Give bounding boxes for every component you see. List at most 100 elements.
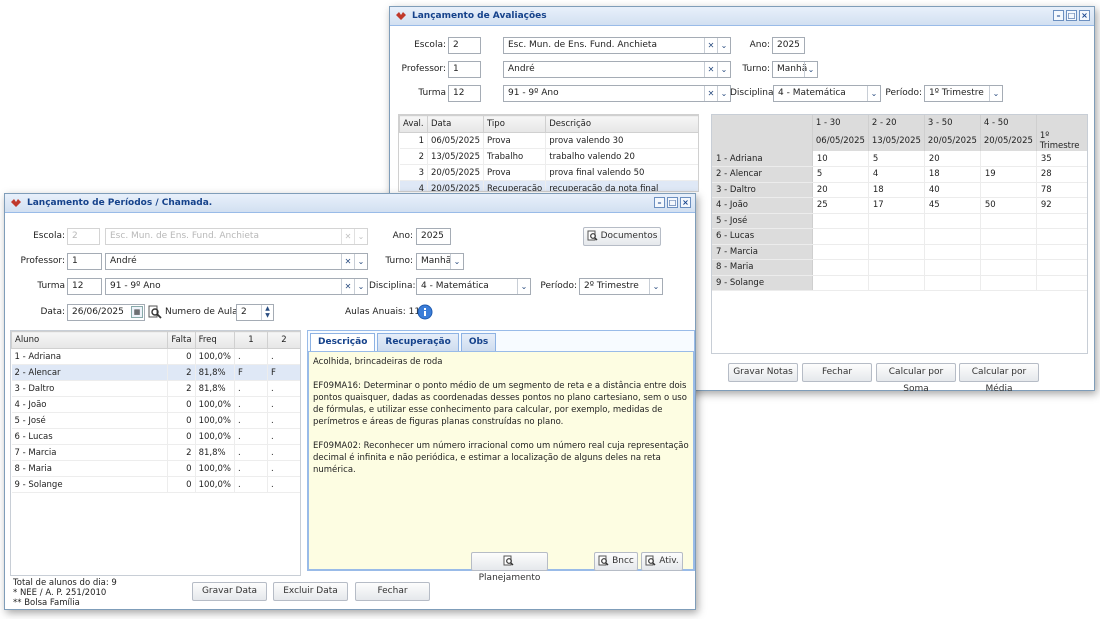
grade-cell[interactable]: 40 xyxy=(924,182,981,198)
col-tipo[interactable]: Tipo xyxy=(482,115,547,133)
grade-cell[interactable]: 50 xyxy=(980,197,1037,214)
gravar-data-button[interactable]: Gravar Data xyxy=(192,582,267,601)
clear-icon[interactable]: ✕ xyxy=(704,86,717,101)
grade-col-date[interactable]: 20/05/2025 xyxy=(980,131,1037,151)
grade-cell[interactable] xyxy=(868,275,925,291)
spinner-icon[interactable]: ▲ ▼ xyxy=(261,305,273,320)
grade-cell[interactable]: 18 xyxy=(924,166,981,183)
grade-col-date[interactable]: 13/05/2025 xyxy=(868,131,925,151)
grade-cell[interactable] xyxy=(868,228,925,245)
table-row[interactable]: 6 - Lucas 0 100,0%.. xyxy=(11,428,300,445)
grade-cell[interactable]: 35 xyxy=(1036,151,1087,167)
grade-cell[interactable]: 4 xyxy=(868,166,925,183)
table-row[interactable]: 5 - José 0 100,0%.. xyxy=(11,412,300,429)
ano-field[interactable]: 2025 xyxy=(772,37,805,54)
col-aluno[interactable]: Aluno xyxy=(11,331,169,349)
grade-cell[interactable] xyxy=(980,228,1037,245)
aula-2-cell[interactable]: . xyxy=(267,348,300,365)
grade-cell[interactable] xyxy=(980,275,1037,291)
grade-cell[interactable] xyxy=(868,259,925,276)
table-row[interactable]: 1 - Adriana 0 100,0%.. xyxy=(11,348,300,365)
tab-recuperacao[interactable]: Recuperação xyxy=(377,333,459,351)
grade-col-date[interactable]: 20/05/2025 xyxy=(924,131,981,151)
grade-cell[interactable] xyxy=(980,213,1037,229)
grade-cell[interactable] xyxy=(1036,275,1087,291)
grade-cell[interactable] xyxy=(924,259,981,276)
grade-row[interactable]: 7 - Marcia xyxy=(712,244,1087,260)
grade-row[interactable]: 8 - Maria xyxy=(712,259,1087,276)
grade-cell[interactable] xyxy=(924,228,981,245)
professor-combo[interactable]: André ✕ ⌄ xyxy=(105,253,368,270)
grade-cell[interactable] xyxy=(812,259,869,276)
grade-row[interactable]: 5 - José xyxy=(712,213,1087,229)
grade-cell[interactable] xyxy=(1036,259,1087,276)
grade-col-header[interactable]: 3 - 50 xyxy=(924,115,981,131)
aula-1-cell[interactable]: . xyxy=(234,476,268,493)
turma-combo[interactable]: 91 - 9º Ano ✕ ⌄ xyxy=(105,278,368,295)
grade-cell[interactable] xyxy=(980,151,1037,167)
aula-1-cell[interactable]: . xyxy=(234,460,268,477)
table-row[interactable]: 9 - Solange 0 100,0%.. xyxy=(11,476,300,493)
close-icon[interactable]: × xyxy=(680,197,691,208)
grade-cell[interactable]: 5 xyxy=(812,166,869,183)
col-aula-1[interactable]: 1 xyxy=(234,331,268,349)
chevron-down-icon[interactable]: ⌄ xyxy=(717,62,730,77)
grade-cell[interactable] xyxy=(812,275,869,291)
aula-2-cell[interactable]: F xyxy=(267,364,300,381)
aula-1-cell[interactable]: . xyxy=(234,444,268,461)
turno-select[interactable]: Manhã ⌄ xyxy=(772,61,818,78)
grade-cell[interactable]: 28 xyxy=(1036,166,1087,183)
grade-col-date[interactable]: 06/05/2025 xyxy=(812,131,869,151)
numaulas-stepper[interactable]: 2 ▲ ▼ xyxy=(236,304,274,321)
grade-cell[interactable]: 25 xyxy=(812,197,869,214)
table-row[interactable]: 1 06/05/2025 Prova prova valendo 30 xyxy=(399,132,698,149)
calendar-icon[interactable]: ▦ xyxy=(131,306,143,318)
table-row[interactable]: 3 20/05/2025 Prova prova final valendo 50 xyxy=(399,164,698,181)
periodo-select[interactable]: 2º Trimestre ⌄ xyxy=(579,278,663,295)
avaliacoes-title-bar[interactable]: Lançamento de Avaliações – □ × xyxy=(390,7,1094,26)
table-row[interactable]: 8 - Maria 0 100,0%.. xyxy=(11,460,300,477)
grade-cell[interactable] xyxy=(1036,244,1087,260)
grade-cell[interactable] xyxy=(812,228,869,245)
maximize-icon[interactable]: □ xyxy=(1066,10,1077,21)
grade-cell[interactable]: 20 xyxy=(924,151,981,167)
aula-2-cell[interactable]: . xyxy=(267,476,300,493)
data-field[interactable]: 26/06/2025 ▦ xyxy=(67,304,145,321)
table-row[interactable]: 4 - João 0 100,0%.. xyxy=(11,396,300,413)
minimize-icon[interactable]: – xyxy=(654,197,665,208)
close-icon[interactable]: × xyxy=(1079,10,1090,21)
aula-1-cell[interactable]: . xyxy=(234,412,268,429)
table-row[interactable]: 7 - Marcia 2 81,8%.. xyxy=(11,444,300,461)
grade-row[interactable]: 1 - Adriana 10 5 20 35 xyxy=(712,151,1087,167)
col-aval[interactable]: Aval. xyxy=(399,115,428,133)
table-row[interactable]: 3 - Daltro 2 81,8%.. xyxy=(11,380,300,397)
grade-row[interactable]: 6 - Lucas xyxy=(712,228,1087,245)
aula-1-cell[interactable]: F xyxy=(234,364,268,381)
table-row[interactable]: 2 - Alencar 2 81,8% F F xyxy=(11,364,300,381)
turma-id-field[interactable]: 12 xyxy=(67,278,102,295)
aula-1-cell[interactable]: . xyxy=(234,348,268,365)
grade-cell[interactable] xyxy=(980,259,1037,276)
grade-cell[interactable] xyxy=(868,244,925,260)
excluir-data-button[interactable]: Excluir Data xyxy=(273,582,348,601)
grade-cell[interactable]: 20 xyxy=(812,182,869,198)
grade-cell[interactable] xyxy=(868,213,925,229)
grade-cell[interactable] xyxy=(812,213,869,229)
grade-cell[interactable] xyxy=(980,244,1037,260)
col-data[interactable]: Data xyxy=(427,115,484,133)
grade-row[interactable]: 4 - João 25 17 45 50 92 xyxy=(712,197,1087,214)
aula-1-cell[interactable]: . xyxy=(234,396,268,413)
grade-cell[interactable] xyxy=(1036,228,1087,245)
grade-cell[interactable] xyxy=(812,244,869,260)
bncc-button[interactable]: Bncc xyxy=(594,552,638,571)
search-document-icon[interactable] xyxy=(148,305,162,319)
grade-cell[interactable]: 5 xyxy=(868,151,925,167)
grade-col-header[interactable]: 1 - 30 xyxy=(812,115,869,131)
minimize-icon[interactable]: – xyxy=(1053,10,1064,21)
professor-combo[interactable]: André ✕ ⌄ xyxy=(503,61,731,78)
tab-descricao[interactable]: Descrição xyxy=(310,333,376,351)
documentos-button[interactable]: Documentos xyxy=(583,227,661,246)
table-row[interactable]: 2 13/05/2025 Trabalho trabalho valendo 20 xyxy=(399,148,698,165)
fechar-button[interactable]: Fechar xyxy=(355,582,430,601)
grade-cell[interactable]: 92 xyxy=(1036,197,1087,214)
